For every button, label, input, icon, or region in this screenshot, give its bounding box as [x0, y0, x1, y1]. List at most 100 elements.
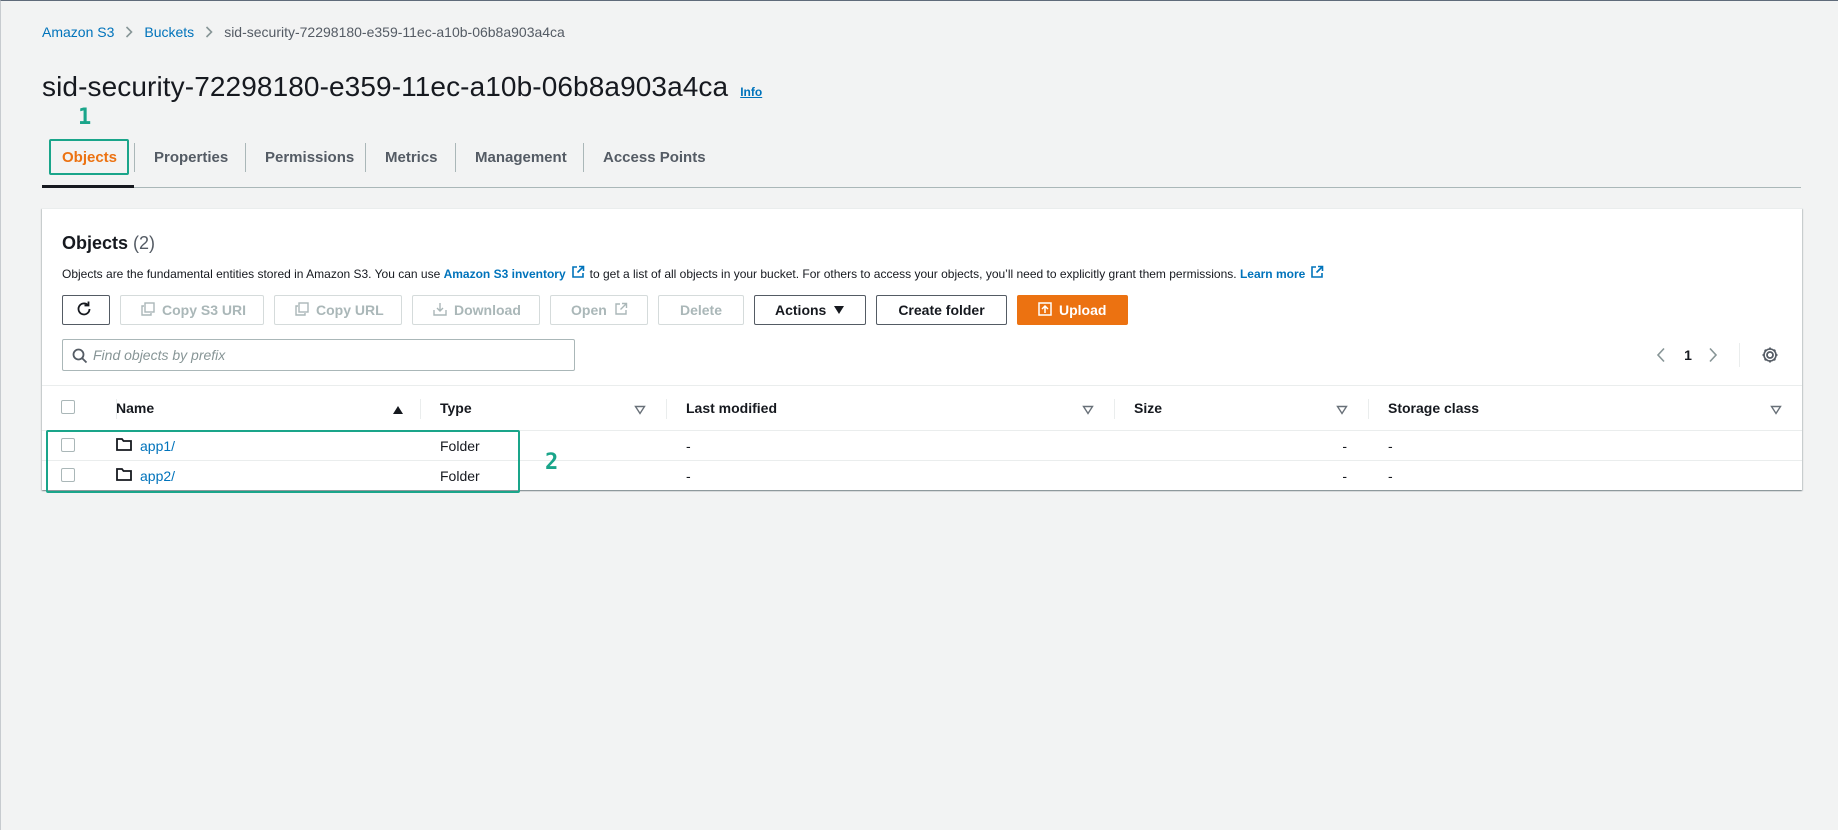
- description-text-1: Objects are the fundamental entities sto…: [62, 266, 441, 281]
- download-icon: [433, 302, 447, 319]
- copy-icon: [295, 301, 309, 319]
- table-row: app1/ Folder - - -: [42, 431, 1802, 461]
- search-box: [62, 339, 575, 371]
- folder-icon: [116, 437, 132, 454]
- row-type-cell: Folder: [440, 467, 480, 484]
- tab-access-points[interactable]: Access Points: [583, 139, 713, 187]
- refresh-icon: [75, 300, 93, 321]
- copy-s3-uri-label: Copy S3 URI: [162, 302, 247, 318]
- chevron-right-icon[interactable]: [1707, 347, 1719, 368]
- learn-more-link[interactable]: Learn more: [1240, 265, 1329, 282]
- page-number[interactable]: 1: [1682, 339, 1694, 371]
- sort-icon: [634, 402, 646, 418]
- objects-toolbar: Copy S3 URI Copy URL Download Open Delet…: [62, 295, 1128, 325]
- tab-permissions-label: Permissions: [265, 148, 355, 166]
- column-type-label: Type: [440, 400, 472, 416]
- breadcrumb-buckets[interactable]: Buckets: [144, 24, 194, 40]
- refresh-button[interactable]: [62, 295, 110, 325]
- copy-url-button[interactable]: Copy URL: [274, 295, 402, 325]
- row-select-cell: [42, 431, 116, 460]
- inventory-link[interactable]: Amazon S3 inventory: [444, 265, 590, 282]
- delete-label: Delete: [679, 302, 723, 318]
- objects-panel: Objects (2) Objects are the fundamental …: [42, 208, 1802, 490]
- objects-count: (2): [133, 233, 156, 253]
- sort-icon: [1082, 402, 1094, 418]
- breadcrumb-current: sid-security-72298180-e359-11ec-a10b-06b…: [224, 24, 565, 40]
- tab-access-points-label: Access Points: [603, 148, 706, 166]
- objects-description: Objects are the fundamental entities sto…: [62, 265, 1329, 282]
- title-row: sid-security-72298180-e359-11ec-a10b-06b…: [42, 71, 762, 103]
- upload-label: Upload: [1059, 302, 1107, 318]
- chevron-right-icon: [205, 26, 213, 38]
- annotation-marker-2: 2: [545, 450, 559, 475]
- open-button[interactable]: Open: [550, 295, 648, 325]
- actions-dropdown[interactable]: Actions: [754, 295, 866, 325]
- column-last-modified-label: Last modified: [686, 400, 778, 416]
- learn-more-label: Learn more: [1239, 266, 1306, 281]
- folder-link[interactable]: app1/: [140, 438, 175, 454]
- copy-s3-uri-button[interactable]: Copy S3 URI: [120, 295, 264, 325]
- column-size[interactable]: Size: [1114, 386, 1368, 430]
- row-type-cell: Folder: [440, 437, 480, 454]
- row-select-cell: [42, 461, 116, 490]
- column-type[interactable]: Type: [420, 386, 666, 430]
- objects-table: Name Type Last modified Size Storage cla…: [42, 385, 1802, 491]
- tab-management[interactable]: Management: [455, 139, 583, 187]
- folder-link[interactable]: app2/: [140, 468, 175, 484]
- tab-management-label: Management: [475, 148, 567, 166]
- row-name-cell: app2/: [116, 461, 420, 490]
- description-text-2: to get a list of all objects in your buc…: [589, 266, 1237, 281]
- settings-gear-icon[interactable]: [1760, 345, 1780, 370]
- tab-properties[interactable]: Properties: [134, 139, 245, 187]
- row-modified-cell: -: [686, 437, 691, 454]
- pagination: 1: [1642, 339, 1802, 371]
- row-checkbox[interactable]: [61, 468, 75, 482]
- tab-objects-label: Objects: [62, 148, 118, 166]
- select-all-checkbox[interactable]: [61, 400, 75, 414]
- objects-title: Objects (2): [62, 233, 155, 254]
- pagination-divider: [1739, 343, 1740, 367]
- search-icon: [72, 348, 88, 369]
- external-link-icon: [1310, 265, 1324, 282]
- tab-metrics[interactable]: Metrics: [365, 139, 455, 187]
- inventory-link-label: Amazon S3 inventory: [443, 266, 566, 281]
- external-link-icon: [571, 265, 585, 282]
- copy-icon: [141, 301, 155, 319]
- row-size-cell: -: [1342, 437, 1347, 454]
- row-size-cell: -: [1342, 467, 1347, 484]
- search-input[interactable]: [93, 347, 574, 363]
- annotation-marker-1: 1: [78, 105, 92, 130]
- column-name-label: Name: [116, 400, 155, 416]
- page-title: sid-security-72298180-e359-11ec-a10b-06b…: [42, 71, 729, 102]
- caret-down-icon: [833, 302, 845, 318]
- upload-icon: [1038, 301, 1052, 319]
- tab-permissions[interactable]: Permissions: [245, 139, 365, 187]
- copy-url-label: Copy URL: [316, 302, 384, 318]
- open-label: Open: [571, 302, 607, 318]
- breadcrumb-amazon-s3[interactable]: Amazon S3: [42, 24, 114, 40]
- select-all-cell: [42, 386, 116, 430]
- info-link[interactable]: Info: [740, 85, 762, 99]
- objects-title-text: Objects: [62, 233, 129, 253]
- column-size-label: Size: [1134, 400, 1163, 416]
- column-storage-class-label: Storage class: [1388, 400, 1480, 416]
- column-last-modified[interactable]: Last modified: [666, 386, 1114, 430]
- table-header: Name Type Last modified Size Storage cla…: [42, 385, 1802, 431]
- download-button[interactable]: Download: [412, 295, 540, 325]
- row-modified-cell: -: [686, 467, 691, 484]
- breadcrumb: Amazon S3 Buckets sid-security-72298180-…: [42, 24, 565, 40]
- tab-properties-label: Properties: [154, 148, 229, 166]
- delete-button[interactable]: Delete: [658, 295, 744, 325]
- table-row: app2/ Folder - - -: [42, 461, 1802, 491]
- objects-header: Objects (2): [62, 233, 155, 254]
- row-checkbox[interactable]: [61, 438, 75, 452]
- column-name[interactable]: Name: [116, 386, 420, 430]
- column-storage-class[interactable]: Storage class: [1368, 386, 1802, 430]
- tab-objects[interactable]: Objects: [42, 139, 134, 188]
- create-folder-label: Create folder: [898, 302, 985, 318]
- create-folder-button[interactable]: Create folder: [876, 295, 1007, 325]
- tab-metrics-label: Metrics: [385, 148, 438, 166]
- chevron-left-icon[interactable]: [1655, 347, 1667, 368]
- sort-icon: [1336, 402, 1348, 418]
- upload-button[interactable]: Upload: [1017, 295, 1128, 325]
